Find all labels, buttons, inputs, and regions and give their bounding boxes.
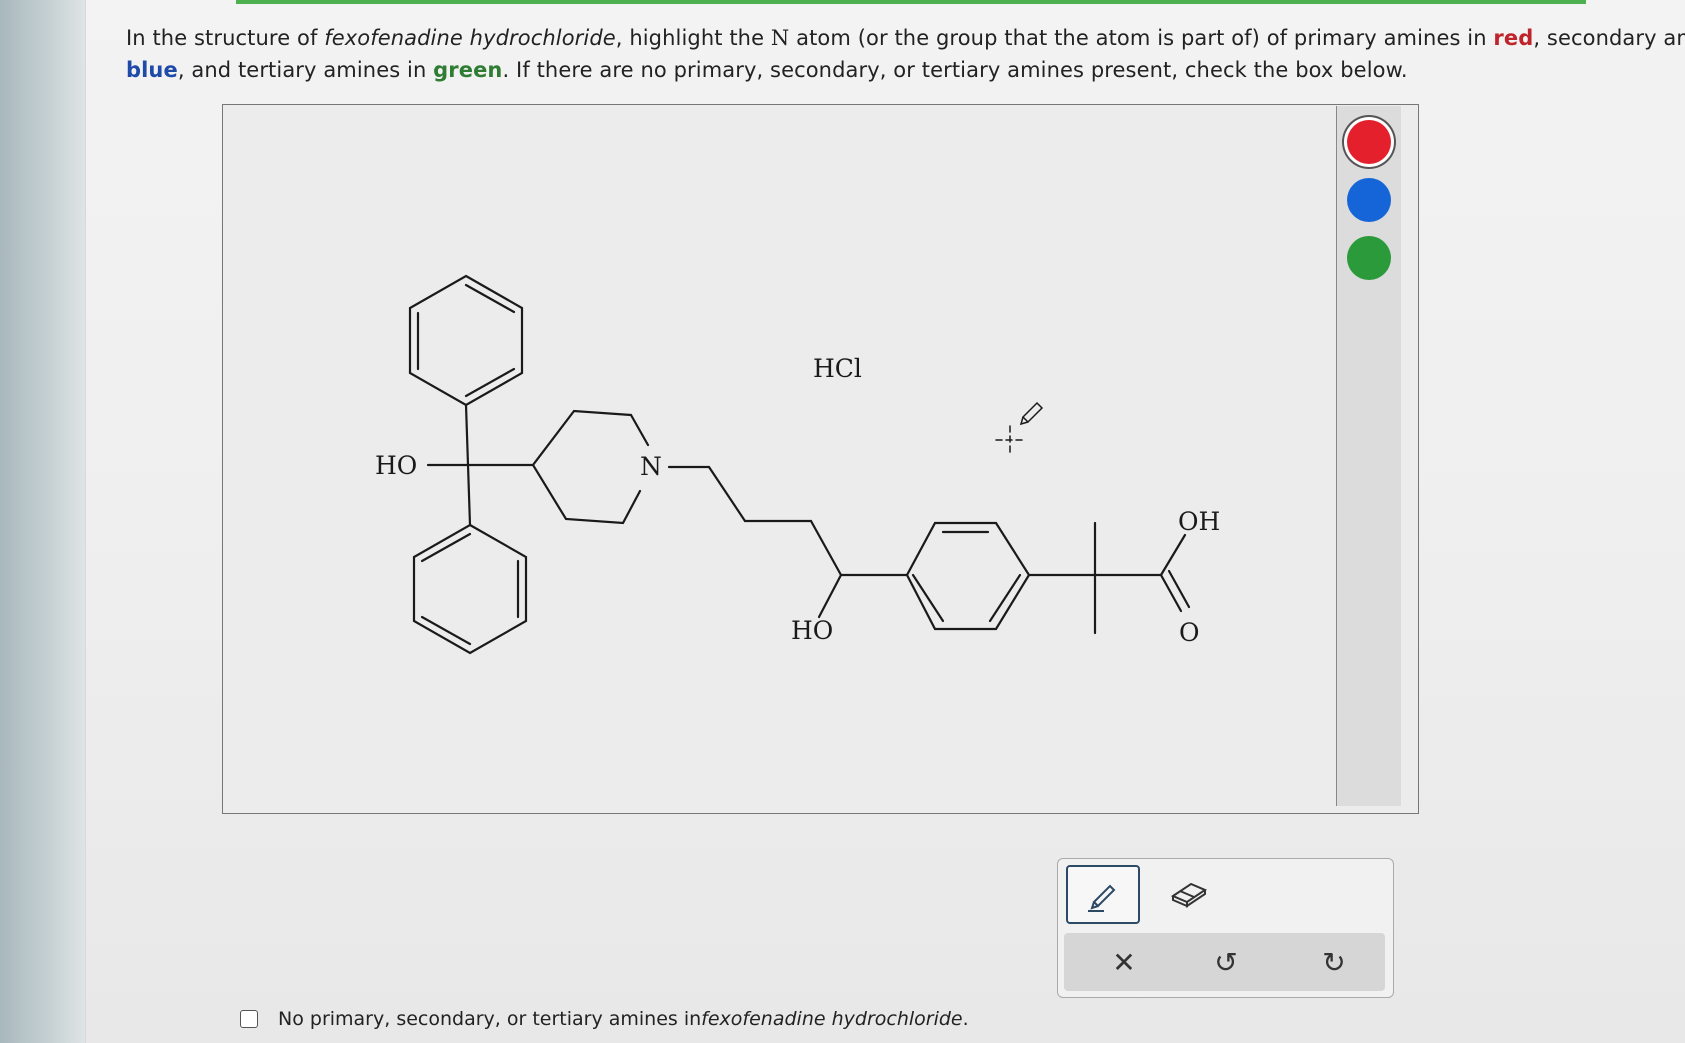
- red-color-swatch[interactable]: [1347, 120, 1391, 164]
- bond-ho: [817, 573, 843, 619]
- cursor-pencil-icon: [1019, 401, 1044, 426]
- question-part: In the structure of: [126, 26, 325, 50]
- no-amines-checkbox[interactable]: [240, 1010, 258, 1028]
- bond: [809, 519, 843, 577]
- pencil-tool-button[interactable]: [1066, 865, 1140, 924]
- question-part: , and tertiary amines in: [177, 58, 434, 82]
- para-phenyl-ring: [905, 521, 1031, 631]
- bond: [1167, 569, 1191, 609]
- checkbox-label-compound: fexofenadine hydrochloride: [701, 1008, 963, 1030]
- bond: [466, 463, 472, 527]
- question-part: atom (or the group that the atom is part…: [789, 26, 1494, 50]
- compound-name: fexofenadine hydrochloride: [324, 26, 616, 50]
- checkbox-label: No primary, secondary, or tertiary amine…: [278, 1008, 702, 1030]
- eraser-icon: [1170, 882, 1208, 908]
- left-margin-strip: [0, 0, 85, 1043]
- bond: [707, 465, 747, 523]
- bond: [464, 403, 470, 467]
- green-keyword: green: [433, 58, 503, 82]
- undo-button[interactable]: ↺: [1186, 933, 1266, 991]
- no-amines-option[interactable]: No primary, secondary, or tertiary amine…: [240, 1004, 969, 1034]
- blue-keyword: blue: [126, 58, 178, 82]
- question-part: , highlight the: [615, 26, 771, 50]
- checkbox-label-end: .: [962, 1008, 969, 1030]
- green-color-swatch[interactable]: [1347, 236, 1391, 280]
- tool-action-row: ✕ ↺ ↻: [1064, 933, 1385, 991]
- label-o: O: [1179, 618, 1200, 647]
- top-phenyl-ring: [408, 274, 524, 407]
- blue-color-swatch[interactable]: [1347, 178, 1391, 222]
- label-ho-left: HO: [375, 451, 417, 480]
- clear-button[interactable]: ✕: [1084, 933, 1164, 991]
- n-atom-symbol: N: [770, 26, 790, 50]
- label-hcl: HCl: [813, 354, 862, 383]
- drawing-canvas[interactable]: HO N HCl HO OH O: [222, 104, 1419, 814]
- question-part: , secondary amine: [1533, 26, 1685, 50]
- red-keyword: red: [1493, 26, 1534, 50]
- molecule-structure: HO N HCl HO OH O: [375, 274, 1220, 655]
- eraser-tool-button[interactable]: [1154, 865, 1224, 920]
- redo-button[interactable]: ↻: [1294, 933, 1374, 991]
- drawing-toolbox: ✕ ↺ ↻: [1057, 858, 1394, 998]
- question-part: . If there are no primary, secondary, or…: [502, 58, 1408, 82]
- bottom-phenyl-ring: [412, 523, 528, 655]
- label-n[interactable]: N: [640, 452, 662, 481]
- pencil-icon: [1088, 884, 1116, 912]
- color-palette: [1336, 106, 1401, 806]
- bond: [629, 413, 650, 447]
- bond: [1159, 573, 1183, 613]
- bond-oh: [1159, 533, 1187, 577]
- label-oh: OH: [1178, 507, 1220, 536]
- question-text: In the structure of fexofenadine hydroch…: [126, 22, 1685, 86]
- piperidine-ring: [531, 409, 642, 525]
- label-ho-bottom: HO: [791, 616, 833, 645]
- top-accent-bar: [236, 0, 1586, 4]
